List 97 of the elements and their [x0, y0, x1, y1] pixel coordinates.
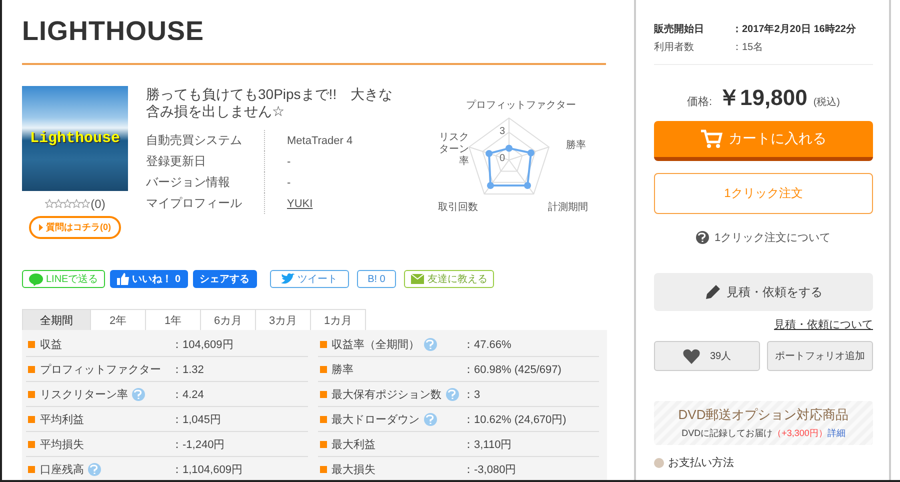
stat-value: ：3,110円 [463, 438, 513, 452]
stat-value: ：60.98% (425/697) [463, 362, 562, 376]
info-label: 利用者数 [654, 40, 695, 54]
stat-value: ：1,104,609円 [172, 462, 244, 476]
product-title: LIGHTHOUSE [22, 16, 206, 48]
bird-icon [280, 273, 295, 285]
portfolio-add-button[interactable]: ポートフォリオ追加 [767, 341, 873, 371]
period-tab[interactable]: 3カ月 [256, 309, 311, 330]
triangle-icon [39, 224, 43, 231]
square-bullet-icon [28, 416, 35, 422]
product-headline: 勝っても負けても30Pipsまで!! 大きな含み損を出しません☆ [146, 86, 394, 120]
chat-bubble-icon [29, 272, 43, 286]
stat-label: 収益 [40, 338, 62, 352]
stat-label: 勝率 [332, 362, 354, 376]
help-icon[interactable] [132, 388, 145, 400]
stat-label: 最大利益 [332, 438, 376, 452]
help-icon[interactable] [88, 462, 101, 476]
square-bullet-icon [320, 390, 326, 398]
stat-value: ：1,045円 [172, 412, 222, 426]
help-icon [696, 231, 710, 244]
square-bullet-icon [28, 440, 35, 448]
square-bullet-icon [28, 466, 35, 472]
period-tab[interactable]: 1カ月 [311, 309, 366, 330]
dvd-text: DVDに記録してお届け [682, 427, 773, 440]
bullet-icon [654, 458, 664, 468]
dvd-price: （+3,300円） [772, 427, 828, 440]
period-tab[interactable]: 全期間 [22, 309, 91, 330]
stat-value: ：47.66% [463, 338, 512, 352]
profile-link[interactable]: YUKI [265, 198, 313, 210]
info-value: ：2017年2月20日 16時22分 [732, 22, 856, 36]
square-bullet-icon [320, 440, 326, 448]
help-icon[interactable] [446, 388, 458, 400]
price-label: 価格: [686, 95, 712, 109]
stat-value: ：1.32 [172, 362, 205, 376]
stat-label: 収益率（全期間） [332, 338, 420, 352]
hatena-share-button[interactable]: B! 0 [356, 270, 396, 288]
estimate-info-link[interactable]: 見積・依頼について [774, 319, 873, 331]
image-caption: Lighthouse [30, 130, 120, 147]
square-bullet-icon [28, 390, 35, 398]
stat-label: プロフィットファクター [40, 362, 161, 376]
axis-label: 計測期間 [548, 200, 588, 214]
tweet-share-button[interactable]: ツイート [270, 270, 349, 288]
info-value: ：15名 [732, 41, 764, 54]
axis-label: リスクターン率 [438, 132, 469, 168]
spec-value: - [286, 176, 291, 188]
stat-value: ：4.24 [172, 388, 205, 402]
stat-value: ：3 [463, 388, 482, 402]
spec-label: 自動売買システム [146, 130, 265, 151]
stat-value: ：-3,080円 [463, 462, 518, 476]
fb-share-share-button[interactable]: シェアする [192, 270, 257, 288]
axis-label: 勝率 [566, 138, 586, 152]
info-label: 販売開始日 [654, 22, 705, 36]
favorite-button[interactable]: 39人 [654, 341, 760, 371]
stat-value: ：104,609円 [172, 338, 234, 352]
stat-label: 最大ドローダウン [332, 412, 420, 426]
price-value: ￥19,800 [718, 84, 808, 112]
fb-like-share-button[interactable]: いいね！ 0 [110, 270, 188, 288]
spec-label: バージョン情報 [146, 172, 265, 193]
details-link[interactable]: 詳細 [827, 427, 846, 440]
stat-label: 最大保有ポジション数 [332, 388, 442, 402]
spec-label: マイプロフィール [146, 193, 265, 214]
stat-value: ：10.62% (24,670円) [463, 412, 568, 426]
spec-value: MetaTrader 4 [286, 134, 353, 146]
square-bullet-icon [28, 366, 35, 372]
tax-note: (税込) [813, 96, 840, 109]
thumbs-up-icon [117, 273, 130, 285]
stat-label: 口座残高 [40, 462, 84, 476]
estimate-button[interactable]: 見積・依頼をする [654, 273, 873, 311]
stat-label: リスクリターン率 [40, 388, 128, 402]
pen-icon [704, 284, 720, 300]
dvd-title: DVD郵送オプション対応商品 [678, 406, 849, 424]
period-tab[interactable]: 6カ月 [201, 309, 256, 330]
heart-icon [682, 348, 700, 364]
period-tab[interactable]: 1年 [146, 309, 201, 330]
period-tab[interactable]: 2年 [91, 309, 146, 330]
axis-label: プロフィットファクター [466, 98, 576, 112]
axis-label: 取引回数 [438, 201, 478, 214]
spec-value: - [286, 156, 291, 168]
spec-label: 登録更新日 [146, 151, 265, 172]
envelope-icon [411, 274, 424, 284]
stat-label: 平均利益 [40, 412, 84, 426]
tick-label: 3 [499, 126, 505, 137]
square-bullet-icon [320, 340, 326, 348]
square-bullet-icon [28, 340, 35, 348]
square-bullet-icon [320, 366, 326, 372]
one-click-help-link[interactable]: 1クリック注文について [714, 230, 831, 245]
stat-label: 最大損失 [332, 462, 376, 476]
tick-label: 0 [499, 153, 505, 164]
review-count: (0) [90, 197, 106, 211]
stat-value: ：-1,240円 [172, 438, 226, 452]
help-icon[interactable] [424, 338, 436, 350]
stat-label: 平均損失 [40, 438, 84, 452]
square-bullet-icon [320, 416, 326, 422]
cart-icon [700, 129, 722, 149]
help-icon[interactable] [424, 412, 436, 426]
square-bullet-icon [320, 466, 326, 472]
payment-heading: お支払い方法 [668, 456, 734, 470]
